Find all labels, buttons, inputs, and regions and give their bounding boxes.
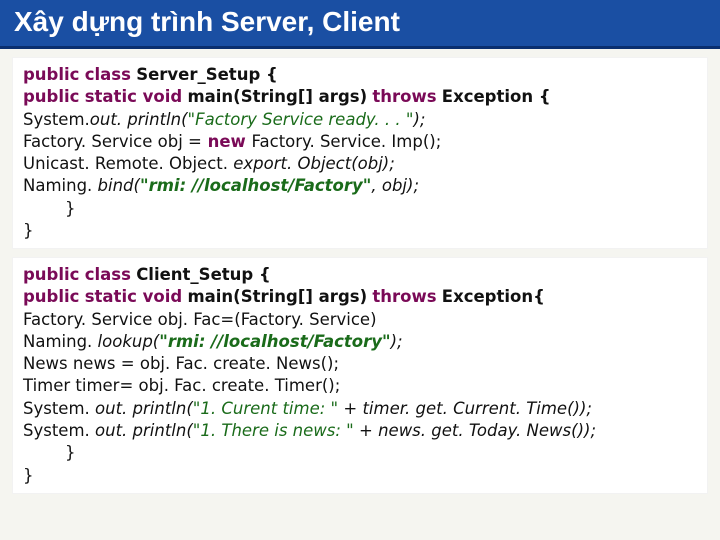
keyword-static-void: static void: [85, 287, 182, 306]
code-text: + news. get. Today. News());: [354, 421, 596, 440]
code-line: Factory. Service obj = new Factory. Serv…: [23, 131, 697, 153]
code-text: System.: [23, 110, 90, 129]
code-line: }: [23, 442, 697, 464]
keyword-public: public: [23, 65, 79, 84]
string-literal: "rmi: //localhost/Factory": [140, 176, 371, 195]
code-text: bind(: [98, 176, 140, 195]
code-text: );: [413, 110, 425, 129]
exception: Exception {: [442, 87, 551, 106]
keyword-class: class: [85, 65, 131, 84]
slide: Xây dựng trình Server, Client public cla…: [0, 0, 720, 540]
class-name: Client_Setup {: [136, 265, 271, 284]
code-line: }: [23, 465, 697, 487]
code-line: News news = obj. Fac. create. News();: [23, 353, 697, 375]
code-line: public static void main(String[] args) t…: [23, 286, 697, 308]
title-bar: Xây dựng trình Server, Client: [0, 0, 720, 49]
code-text: lookup(: [98, 332, 160, 351]
code-text: System.: [23, 399, 90, 418]
code-line: Naming. bind("rmi: //localhost/Factory",…: [23, 175, 697, 197]
code-text: out. println(: [90, 110, 188, 129]
keyword-throws: throws: [372, 287, 436, 306]
code-text: out. println(: [90, 421, 193, 440]
code-text: export. Object(obj);: [233, 154, 395, 173]
code-line: Unicast. Remote. Object. export. Object(…: [23, 153, 697, 175]
keyword-new: new: [202, 132, 252, 151]
code-text: );: [391, 332, 403, 351]
code-line: public class Server_Setup {: [23, 64, 697, 86]
code-line: System.out. println("Factory Service rea…: [23, 109, 697, 131]
code-line: Factory. Service obj. Fac=(Factory. Serv…: [23, 309, 697, 331]
string-literal: "1. Curent time: ": [193, 399, 338, 418]
method-main: main(String[] args): [187, 287, 367, 306]
code-text: Unicast. Remote. Object.: [23, 154, 233, 173]
code-line: }: [23, 198, 697, 220]
code-text: Factory. Service obj =: [23, 132, 202, 151]
code-line: public class Client_Setup {: [23, 264, 697, 286]
server-code-block: public class Server_Setup { public stati…: [12, 57, 708, 249]
keyword-public: public: [23, 87, 79, 106]
string-literal: "Factory Service ready. . . ": [188, 110, 414, 129]
code-line: Naming. lookup("rmi: //localhost/Factory…: [23, 331, 697, 353]
string-literal: "1. There is news: ": [193, 421, 354, 440]
code-text: out. println(: [90, 399, 193, 418]
code-text: Naming.: [23, 176, 98, 195]
keyword-throws: throws: [372, 87, 436, 106]
method-main: main(String[] args): [187, 87, 367, 106]
string-literal: "rmi: //localhost/Factory": [159, 332, 390, 351]
code-line: }: [23, 220, 697, 242]
code-text: , obj);: [371, 176, 419, 195]
code-text: Factory. Service. Imp();: [252, 132, 442, 151]
code-line: System. out. println("1. There is news: …: [23, 420, 697, 442]
code-line: Timer timer= obj. Fac. create. Timer();: [23, 375, 697, 397]
code-text: + timer. get. Current. Time());: [338, 399, 592, 418]
client-code-block: public class Client_Setup { public stati…: [12, 257, 708, 494]
keyword-static-void: static void: [85, 87, 182, 106]
code-text: System.: [23, 421, 90, 440]
slide-title: Xây dựng trình Server, Client: [14, 6, 400, 37]
keyword-public: public: [23, 265, 79, 284]
exception: Exception{: [442, 287, 545, 306]
class-name: Server_Setup {: [136, 65, 278, 84]
keyword-public: public: [23, 287, 79, 306]
keyword-class: class: [85, 265, 131, 284]
code-line: public static void main(String[] args) t…: [23, 86, 697, 108]
code-line: System. out. println("1. Curent time: " …: [23, 398, 697, 420]
code-text: Naming.: [23, 332, 98, 351]
